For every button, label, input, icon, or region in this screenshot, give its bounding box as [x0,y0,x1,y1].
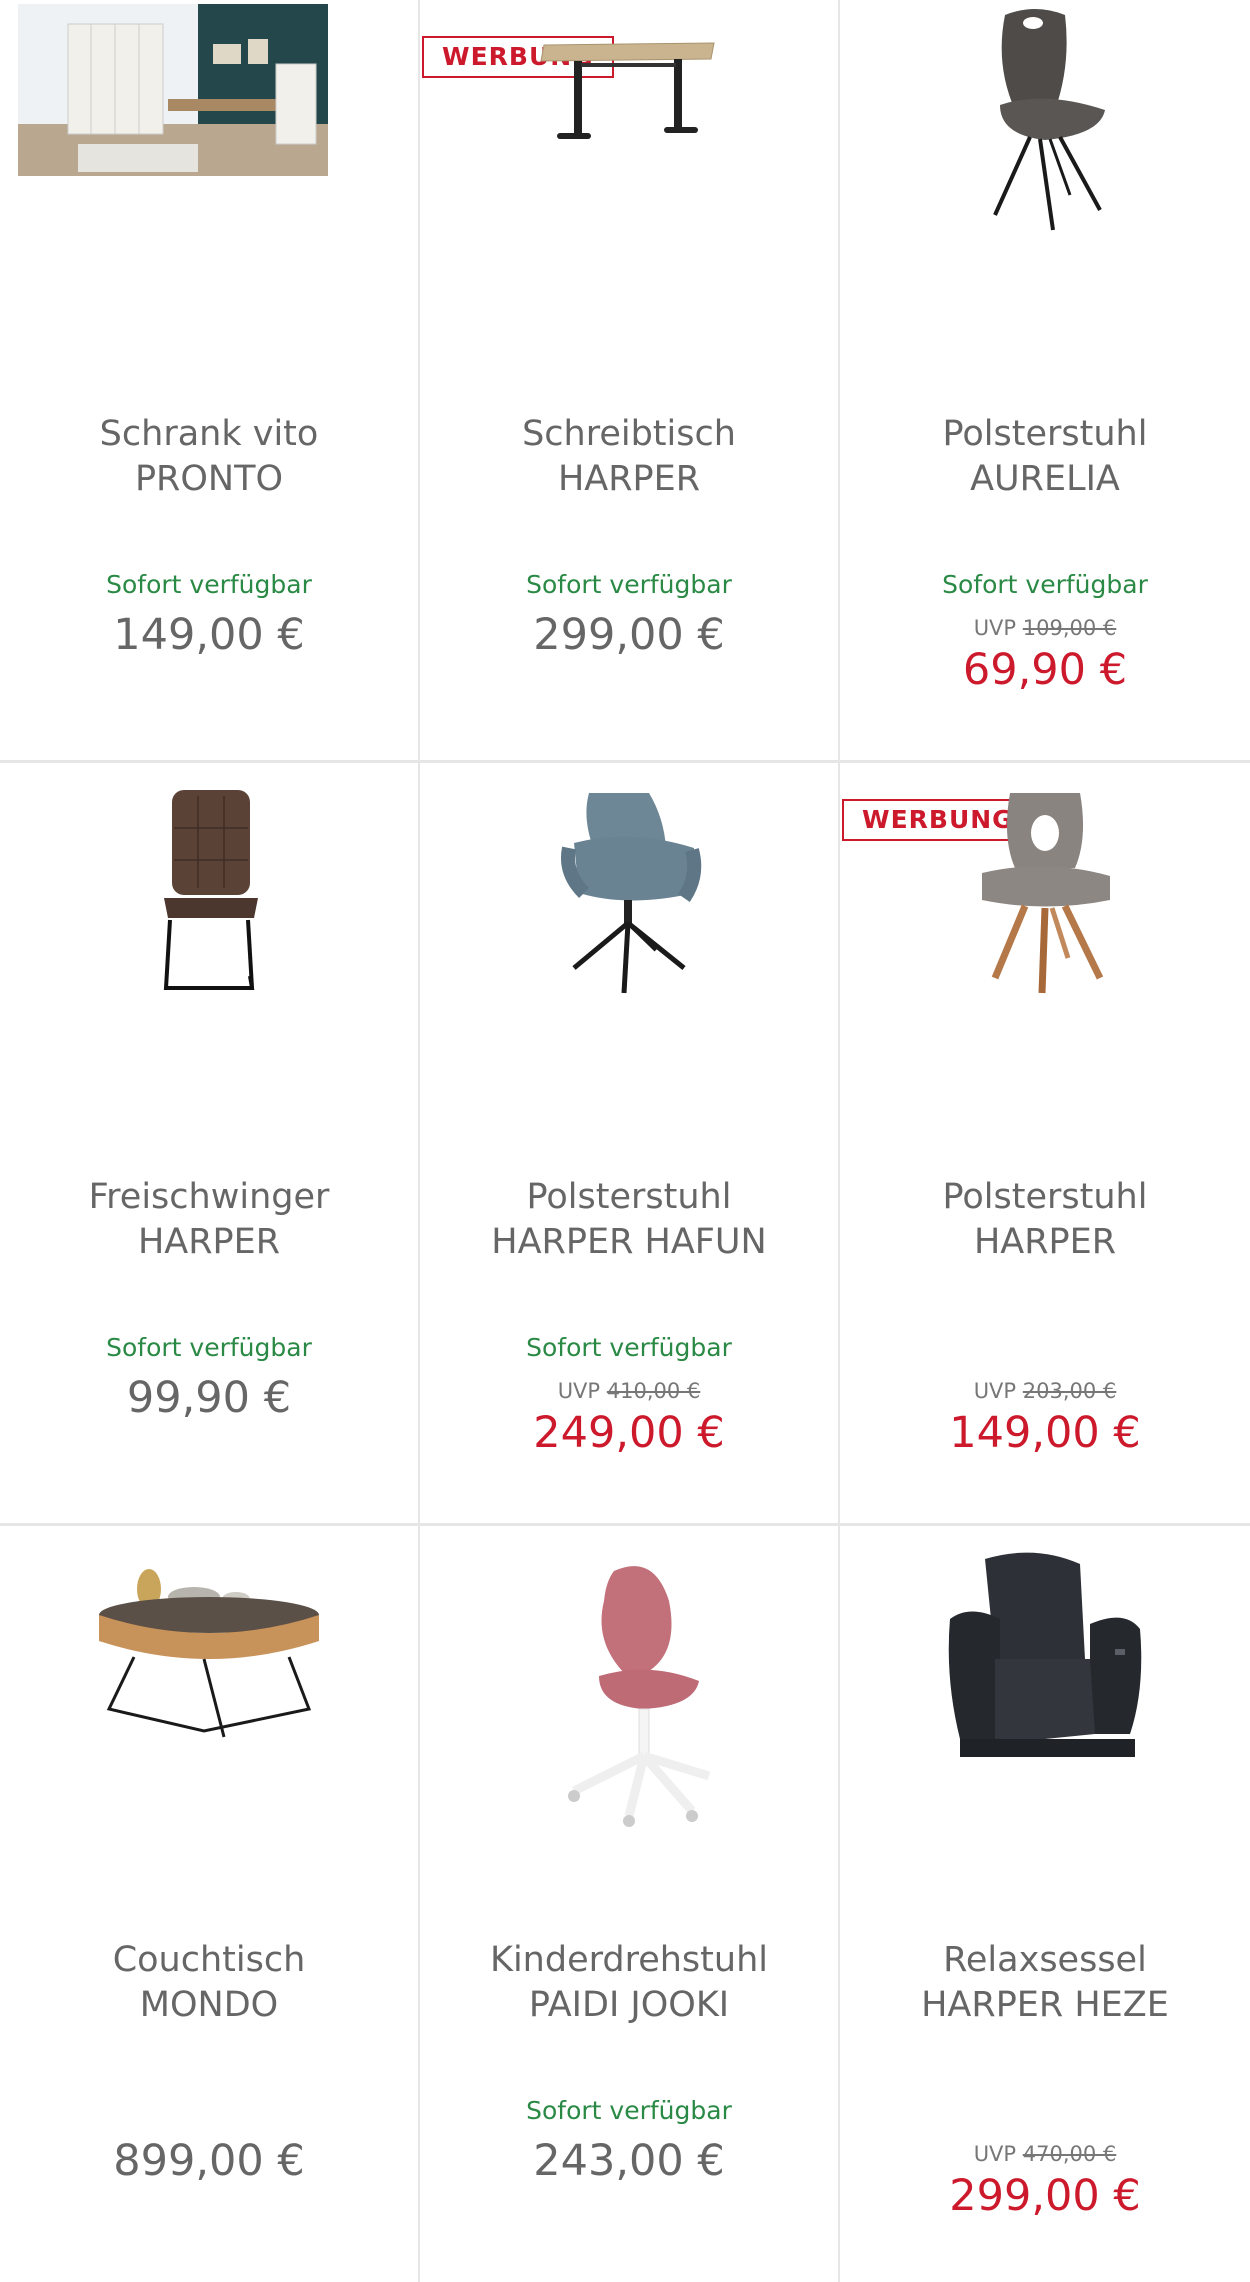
product-title[interactable]: Relaxsessel HARPER HEZE [840,1938,1250,2028]
availability-label: Sofort verfügbar [526,1333,732,1362]
product-title-line2: PRONTO [134,459,284,499]
product-title[interactable]: Schrank vito PRONTO [0,412,418,502]
product-card[interactable]: Polsterstuhl HARPER HAFUN Sofort verfügb… [420,763,838,1523]
product-title-line1: Freischwinger [88,1177,330,1217]
kids-desk-chair-image[interactable] [420,1526,838,1906]
cantilever-chair-image[interactable] [0,763,418,1143]
product-title-line1: Schrank vito [99,414,319,454]
product-title-line2: MONDO [139,1985,279,2025]
uvp-label: UVP [973,616,1017,640]
product-title-line1: Polsterstuhl [942,1177,1148,1217]
uvp-label: UVP [973,1379,1017,1403]
price: 99,90 € [126,1373,292,1423]
availability-label: Sofort verfügbar [942,570,1148,599]
availability-label: Sofort verfügbar [526,570,732,599]
product-title[interactable]: Schreibtisch HARPER [420,412,838,502]
product-title-line2: HARPER HEZE [921,1985,1169,2025]
price: 243,00 € [533,2136,725,2186]
product-card[interactable]: WERBUNG Polsterstuhl HARPER UVP 203,00 €… [840,763,1250,1523]
product-title-line1: Kinderdrehstuhl [490,1940,768,1980]
product-title-line1: Polsterstuhl [942,414,1148,454]
product-title[interactable]: Couchtisch MONDO [0,1938,418,2028]
product-title[interactable]: Polsterstuhl AURELIA [840,412,1250,502]
product-title-line2: PAIDI JOOKI [528,1985,730,2025]
product-title[interactable]: Polsterstuhl HARPER [840,1175,1250,1265]
product-title-line2: HARPER [137,1222,281,1262]
uvp-price: UVP 203,00 € [840,1379,1250,1403]
sale-price: 249,00 € [533,1408,725,1458]
availability-label: Sofort verfügbar [106,570,312,599]
product-card[interactable]: Schrank vito PRONTO Sofort verfügbar 149… [0,0,418,760]
product-card[interactable]: Freischwinger HARPER Sofort verfügbar 99… [0,763,418,1523]
price: 149,00 € [113,610,305,660]
product-card[interactable]: WERBUNG Schreibtisch HARPER Sofort verfü… [420,0,838,760]
availability-label: Sofort verfügbar [526,2096,732,2125]
product-title-line2: HARPER [557,459,701,499]
product-title-line2: HARPER [973,1222,1117,1262]
product-card[interactable]: Kinderdrehstuhl PAIDI JOOKI Sofort verfü… [420,1526,838,2282]
uvp-price: UVP 410,00 € [420,1379,838,1403]
product-title[interactable]: Freischwinger HARPER [0,1175,418,1265]
product-title[interactable]: Kinderdrehstuhl PAIDI JOOKI [420,1938,838,2028]
price: 899,00 € [113,2136,305,2186]
product-title-line1: Polsterstuhl [526,1177,732,1217]
product-title-line1: Relaxsessel [943,1940,1147,1980]
upholstered-chair-image[interactable] [840,0,1250,380]
uvp-price: UVP 470,00 € [840,2142,1250,2166]
office-furniture-room-image[interactable] [0,0,418,380]
armchair-blue-image[interactable] [420,763,838,1143]
uvp-original-price: 203,00 € [1022,1379,1117,1403]
uvp-original-price: 470,00 € [1022,2142,1117,2166]
chair-wood-legs-image[interactable] [840,763,1250,1143]
availability-label: Sofort verfügbar [106,1333,312,1362]
recliner-armchair-image[interactable] [840,1526,1250,1906]
sale-price: 69,90 € [962,645,1128,695]
uvp-original-price: 410,00 € [606,1379,701,1403]
product-title[interactable]: Polsterstuhl HARPER HAFUN [420,1175,838,1265]
price: 299,00 € [533,610,725,660]
product-grid: Schrank vito PRONTO Sofort verfügbar 149… [0,0,1250,2282]
product-title-line2: AURELIA [970,459,1120,499]
product-title-line1: Couchtisch [112,1940,306,1980]
product-title-line1: Schreibtisch [522,414,736,454]
product-title-line2: HARPER HAFUN [491,1222,767,1262]
product-card[interactable]: Polsterstuhl AURELIA Sofort verfügbar UV… [840,0,1250,760]
product-card[interactable]: Relaxsessel HARPER HEZE UVP 470,00 € 299… [840,1526,1250,2282]
product-card[interactable]: Couchtisch MONDO 899,00 € [0,1526,418,2282]
uvp-label: UVP [557,1379,601,1403]
uvp-original-price: 109,00 € [1022,616,1117,640]
uvp-label: UVP [973,2142,1017,2166]
uvp-price: UVP 109,00 € [840,616,1250,640]
coffee-table-image[interactable] [0,1526,418,1906]
standing-desk-image[interactable] [420,0,838,380]
sale-price: 299,00 € [949,2171,1141,2221]
sale-price: 149,00 € [949,1408,1141,1458]
